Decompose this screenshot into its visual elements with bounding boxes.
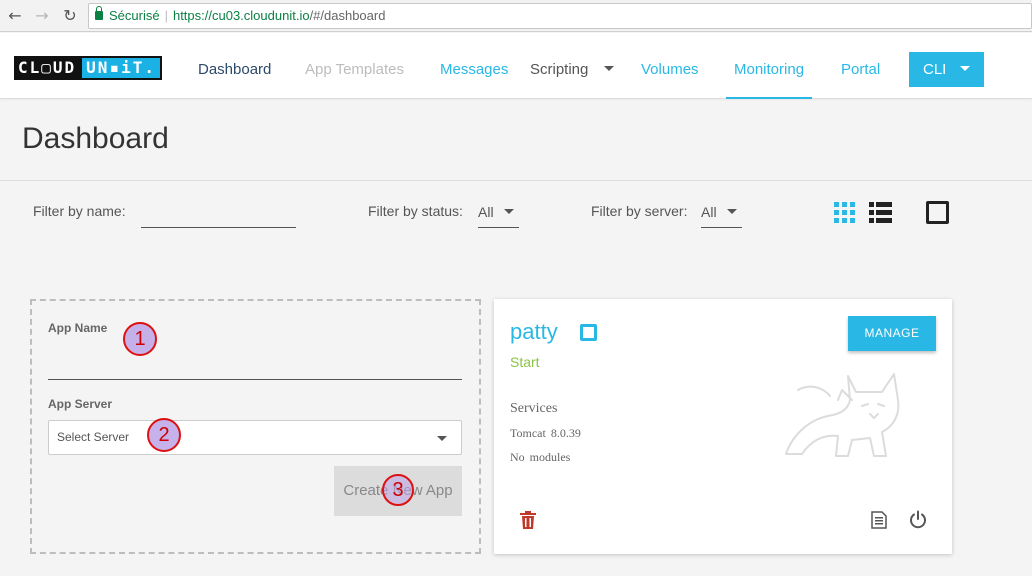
- url-path: /#/dashboard: [309, 8, 386, 23]
- filter-server-label: Filter by server:: [591, 203, 688, 219]
- forward-icon[interactable]: →: [32, 6, 52, 26]
- filter-status-value: All: [478, 204, 494, 220]
- filter-name-label: Filter by name:: [33, 203, 126, 219]
- trash-icon[interactable]: [519, 511, 537, 529]
- service-server: Tomcat 8.0.39: [510, 426, 581, 440]
- step-marker-1: 1: [123, 322, 157, 356]
- app-status: Start: [510, 354, 540, 370]
- step-marker-3: 3: [382, 474, 414, 506]
- chevron-down-icon: [960, 65, 971, 71]
- service-modules: No modules: [510, 450, 571, 464]
- nav-portal[interactable]: Portal: [841, 33, 880, 99]
- filter-server-select[interactable]: All: [701, 200, 742, 228]
- filter-status-select[interactable]: All: [478, 200, 519, 228]
- filter-name-input[interactable]: [141, 206, 296, 228]
- logs-icon[interactable]: [871, 511, 887, 529]
- cli-dropdown-button[interactable]: CLI: [909, 52, 984, 87]
- nav-app-templates[interactable]: App Templates: [305, 33, 404, 99]
- filter-server-value: All: [701, 204, 717, 220]
- app-name-label: App Name: [48, 321, 108, 335]
- address-separator: |: [164, 8, 168, 23]
- chevron-down-icon: [503, 208, 514, 214]
- page-title: Dashboard: [22, 122, 169, 155]
- cli-label: CLI: [923, 61, 947, 78]
- back-icon[interactable]: ←: [5, 6, 25, 26]
- top-navbar: CL▢UD UN▪iT. Dashboard App Templates Mes…: [0, 33, 1032, 99]
- reload-icon[interactable]: ↻: [60, 6, 80, 26]
- grid-view-icon[interactable]: [834, 202, 855, 223]
- chevron-down-icon: [604, 65, 615, 71]
- power-icon[interactable]: [908, 510, 928, 530]
- nav-volumes[interactable]: Volumes: [641, 33, 699, 99]
- app-name-link[interactable]: patty: [510, 319, 558, 345]
- logo-part-unit: UN▪iT.: [80, 56, 162, 80]
- app-server-select[interactable]: Select Server: [48, 420, 462, 455]
- nav-dashboard[interactable]: Dashboard: [198, 33, 271, 99]
- services-label: Services: [510, 401, 558, 416]
- header-divider: [0, 180, 1032, 181]
- browser-toolbar: ← → ↻ Sécurisé | https://cu03.cloudunit.io…: [0, 0, 1032, 32]
- lock-icon: [95, 6, 103, 20]
- url-domain: https://cu03.cloudunit.io: [172, 8, 310, 23]
- chevron-down-icon: [726, 208, 737, 214]
- address-bar[interactable]: Sécurisé | https://cu03.cloudunit.io/#/das…: [88, 3, 1032, 29]
- app-name-input[interactable]: [48, 346, 462, 380]
- manage-button[interactable]: MANAGE: [848, 316, 936, 351]
- select-all-icon[interactable]: [926, 201, 949, 224]
- logo-part-cloud: CL▢UD: [14, 56, 81, 80]
- app-select-checkbox[interactable]: [580, 324, 597, 341]
- nav-monitoring[interactable]: Monitoring: [726, 33, 813, 99]
- filter-status-label: Filter by status:: [368, 203, 463, 219]
- nav-scripting-label: Scripting: [530, 61, 589, 78]
- app-server-placeholder: Select Server: [57, 430, 130, 444]
- nav-messages[interactable]: Messages: [440, 33, 508, 99]
- step-marker-2: 2: [147, 418, 181, 452]
- nav-scripting[interactable]: Scripting: [530, 33, 615, 99]
- list-view-icon[interactable]: [869, 202, 892, 223]
- chevron-down-icon: [437, 436, 447, 441]
- cloudunit-logo[interactable]: CL▢UD UN▪iT.: [14, 56, 162, 80]
- secure-label: Sécurisé: [109, 8, 160, 23]
- tomcat-icon: [785, 373, 900, 457]
- app-server-label: App Server: [48, 397, 113, 411]
